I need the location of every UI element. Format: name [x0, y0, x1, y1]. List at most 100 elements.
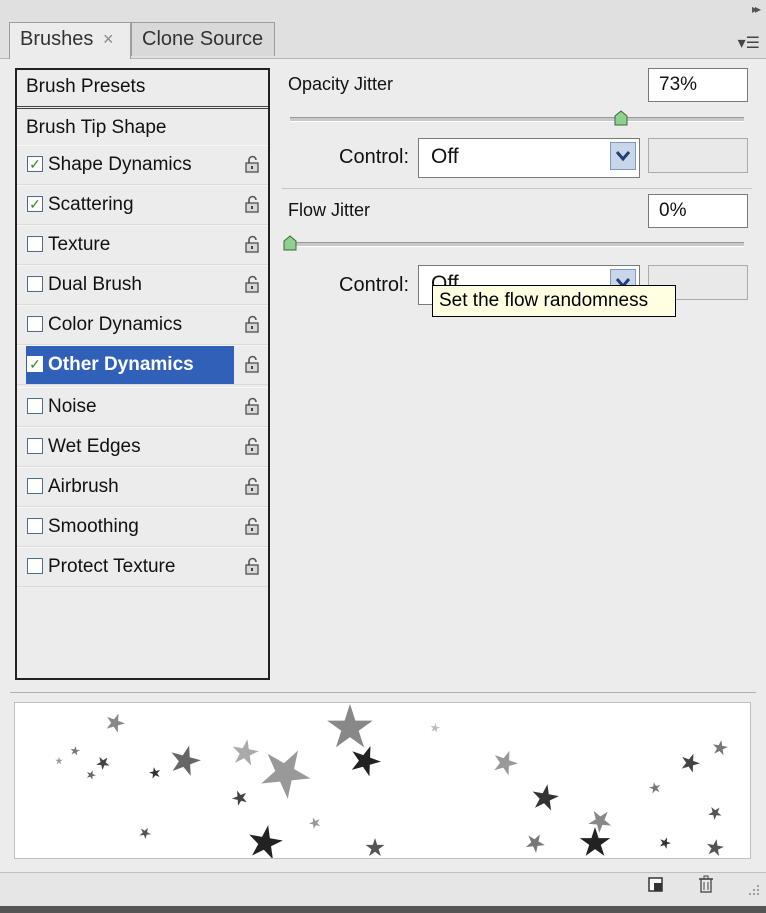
leaf-mark	[171, 745, 201, 776]
leaf-mark	[707, 839, 724, 857]
lock-icon[interactable]	[245, 155, 260, 173]
option-row[interactable]: Texture	[17, 225, 268, 265]
lock-icon[interactable]	[245, 235, 260, 253]
section-divider	[282, 188, 752, 189]
brush-options-list: Brush Presets Brush Tip Shape ✓ Shape Dyn…	[15, 68, 270, 680]
opacity-jitter-label: Opacity Jitter	[288, 74, 394, 94]
tab-brushes[interactable]: Brushes ×	[9, 22, 131, 59]
opacity-jitter-slider-thumb[interactable]	[614, 110, 628, 126]
collapse-panel-icon[interactable]: ▸▸	[752, 2, 761, 16]
preview-divider	[10, 692, 756, 693]
option-checkbox[interactable]	[27, 478, 43, 494]
option-row[interactable]: Airbrush	[17, 467, 268, 507]
lock-icon[interactable]	[245, 517, 260, 535]
option-checkbox[interactable]	[27, 518, 43, 534]
option-row[interactable]: ✓ Shape Dynamics	[17, 145, 268, 185]
option-label: Scattering	[48, 194, 134, 215]
leaf-mark	[249, 825, 283, 858]
option-row[interactable]: Wet Edges	[17, 427, 268, 467]
brush-tip-shape-item[interactable]: Brush Tip Shape	[17, 109, 268, 145]
option-checkbox[interactable]	[27, 236, 43, 252]
lock-icon[interactable]	[245, 275, 260, 293]
leaf-mark	[649, 782, 661, 794]
chevron-down-icon[interactable]	[610, 142, 636, 170]
flow-jitter-input[interactable]: 0%	[648, 194, 748, 228]
leaf-brush-stroke-image	[55, 704, 728, 858]
option-label: Color Dynamics	[48, 314, 183, 335]
leaf-mark	[588, 810, 612, 833]
lock-icon[interactable]	[245, 315, 260, 333]
resize-grip-icon[interactable]	[748, 884, 760, 896]
option-checkbox[interactable]: ✓	[27, 196, 43, 212]
brush-presets-item[interactable]: Brush Presets	[17, 70, 268, 109]
option-row[interactable]: Smoothing	[17, 507, 268, 547]
opacity-control-amount	[648, 138, 748, 173]
lock-icon[interactable]	[245, 477, 260, 495]
option-label: Shape Dynamics	[48, 154, 192, 175]
leaf-mark	[351, 745, 381, 777]
option-checkbox[interactable]: ✓	[27, 356, 43, 372]
new-preset-icon[interactable]	[648, 877, 664, 893]
option-row[interactable]: Color Dynamics	[17, 305, 268, 345]
option-checkbox[interactable]: ✓	[27, 156, 43, 172]
tooltip: Set the flow randomness	[432, 285, 676, 317]
opacity-jitter-slider[interactable]	[290, 117, 744, 122]
tab-clone-source[interactable]: Clone Source	[131, 22, 275, 56]
flow-jitter-slider[interactable]	[290, 242, 744, 247]
leaf-mark	[55, 757, 63, 765]
tab-bar: Brushes × Clone Source ▸▸ ▾☰	[0, 0, 766, 59]
option-checkbox[interactable]	[27, 438, 43, 454]
leaf-mark	[261, 750, 311, 799]
brushes-panel: Brushes × Clone Source ▸▸ ▾☰ Brush Prese…	[0, 0, 766, 913]
option-checkbox[interactable]	[27, 398, 43, 414]
lock-icon[interactable]	[245, 195, 260, 213]
leaf-mark	[149, 767, 161, 779]
option-checkbox[interactable]	[27, 558, 43, 574]
leaf-mark	[532, 784, 559, 811]
option-row[interactable]: ✓ Scattering	[17, 185, 268, 225]
option-label: Texture	[48, 234, 111, 255]
option-label: Protect Texture	[48, 556, 176, 577]
option-row[interactable]: Dual Brush	[17, 265, 268, 305]
opacity-jitter-input[interactable]: 73%	[648, 68, 748, 102]
option-checkbox[interactable]	[27, 316, 43, 332]
option-row[interactable]: Protect Texture	[17, 547, 268, 587]
option-row[interactable]: Noise	[17, 387, 268, 427]
opacity-control-label: Control:	[339, 146, 410, 168]
flow-jitter-label: Flow Jitter	[288, 200, 371, 220]
option-label: Smoothing	[48, 516, 139, 537]
leaf-mark	[86, 770, 97, 780]
lock-icon[interactable]	[245, 355, 260, 373]
leaf-mark	[579, 827, 611, 856]
leaf-mark	[365, 838, 385, 857]
leaf-mark	[106, 713, 125, 733]
leaf-mark	[681, 753, 700, 773]
leaf-mark	[430, 723, 440, 733]
options-container: ✓ Shape Dynamics ✓ Scattering Texture Dual Br…	[17, 145, 268, 587]
option-row[interactable]: ✓ Other Dynamics	[17, 345, 268, 385]
close-icon[interactable]: ×	[103, 29, 114, 49]
brush-stroke-preview	[14, 702, 751, 859]
option-label: Other Dynamics	[48, 354, 194, 375]
panel-menu-icon[interactable]: ▾☰	[738, 33, 760, 53]
tab-brushes-label: Brushes	[20, 28, 94, 50]
option-label: Noise	[48, 396, 97, 417]
lock-icon[interactable]	[245, 397, 260, 415]
leaf-mark	[525, 834, 545, 853]
lock-icon[interactable]	[245, 437, 260, 455]
leaf-mark	[231, 790, 247, 806]
tab-clone-source-label: Clone Source	[142, 28, 264, 50]
trash-icon[interactable]	[698, 875, 714, 893]
leaf-mark	[70, 746, 80, 756]
option-label: Wet Edges	[48, 436, 141, 457]
leaf-mark	[712, 740, 728, 756]
flow-jitter-slider-thumb[interactable]	[283, 235, 297, 251]
window-edge	[0, 906, 766, 913]
leaf-mark	[327, 704, 373, 748]
lock-icon[interactable]	[245, 557, 260, 575]
leaf-mark	[96, 757, 110, 771]
flow-control-label: Control:	[339, 274, 410, 296]
leaf-mark	[708, 807, 722, 821]
option-checkbox[interactable]	[27, 276, 43, 292]
opacity-control-select[interactable]: Off	[418, 138, 640, 178]
